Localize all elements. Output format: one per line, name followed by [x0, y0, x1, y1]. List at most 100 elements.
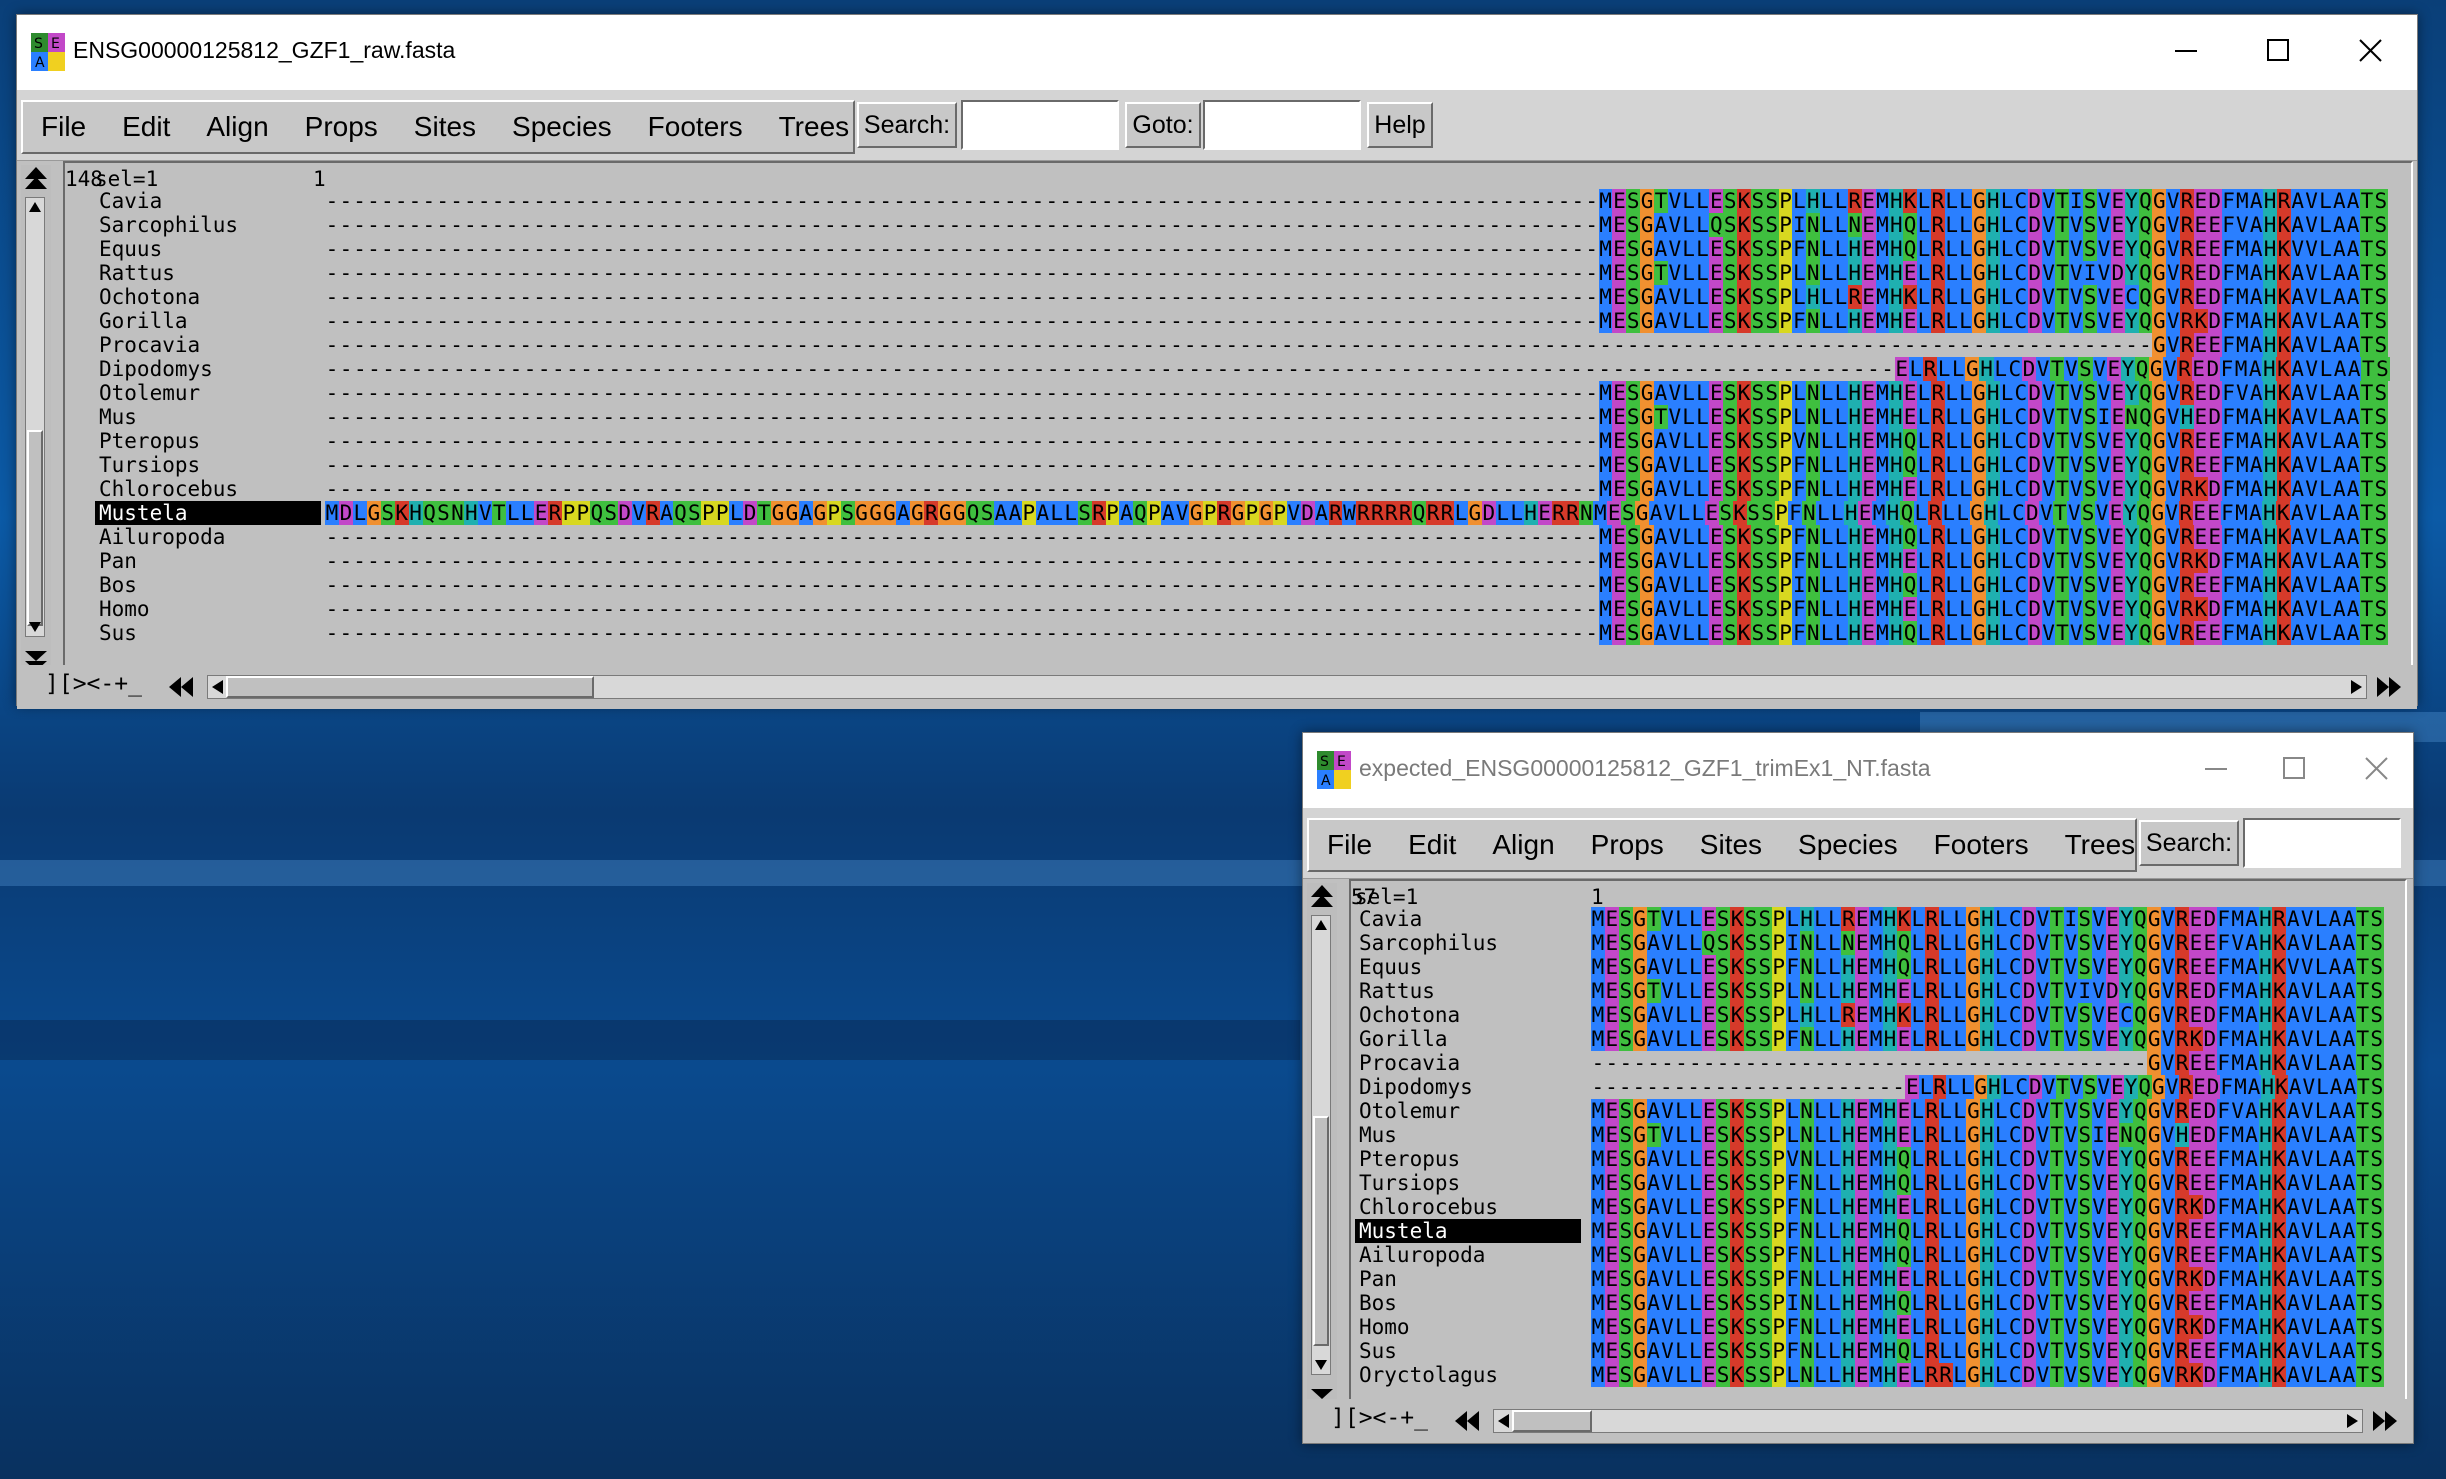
scroll-top-icon[interactable]	[23, 165, 49, 193]
species-name[interactable]: Chlorocebus	[1355, 1195, 1581, 1219]
menu-props[interactable]: Props	[1573, 829, 1682, 861]
species-name[interactable]: Ailuropoda	[95, 525, 321, 549]
scroll-up-icon[interactable]	[28, 200, 42, 214]
species-name[interactable]: Pteropus	[1355, 1147, 1581, 1171]
species-name[interactable]: Gorilla	[1355, 1027, 1581, 1051]
horizontal-scroll-thumb[interactable]	[1512, 1410, 1592, 1432]
menu-sites[interactable]: Sites	[396, 111, 494, 143]
horizontal-scroll-track[interactable]	[207, 675, 2367, 699]
title-bar[interactable]: S E A ENSG00000125812_GZF1_raw.fasta	[17, 15, 2417, 90]
scroll-left-icon[interactable]	[210, 678, 226, 696]
goto-input[interactable]	[1203, 100, 1361, 150]
species-name[interactable]: Procavia	[1355, 1051, 1581, 1075]
alignment-window-raw[interactable]: S E A ENSG00000125812_GZF1_raw.fasta Fil…	[16, 14, 2418, 709]
species-name[interactable]: Sus	[95, 621, 321, 645]
maximize-button[interactable]	[2233, 15, 2325, 90]
species-name[interactable]: Mustela	[1355, 1219, 1581, 1243]
species-name[interactable]: Procavia	[95, 333, 321, 357]
menu-align[interactable]: Align	[188, 111, 286, 143]
species-name[interactable]: Bos	[95, 573, 321, 597]
vertical-scrollbar[interactable]	[1307, 883, 1337, 1413]
species-name[interactable]: Dipodomys	[1355, 1075, 1581, 1099]
scroll-leftmost-icon[interactable]	[167, 675, 197, 701]
sequence-row[interactable]: MESGAVLLESKSSPLNLLHEMHELRRLGHLCDVTVSVEYQ…	[1591, 1363, 2384, 1392]
help-button[interactable]: Help	[1367, 102, 1433, 148]
menu-align[interactable]: Align	[1474, 829, 1572, 861]
menu-edit[interactable]: Edit	[1390, 829, 1474, 861]
menu-trees[interactable]: Trees	[761, 111, 868, 143]
menu-sites[interactable]: Sites	[1682, 829, 1780, 861]
close-button[interactable]	[2325, 15, 2417, 90]
menu-file[interactable]: File	[1309, 829, 1390, 861]
sequence-row[interactable]: ----------------------------------------…	[325, 621, 2388, 650]
title-bar[interactable]: S E A expected_ENSG00000125812_GZF1_trim…	[1303, 733, 2413, 808]
scroll-leftmost-icon[interactable]	[1453, 1409, 1483, 1435]
species-name[interactable]: Gorilla	[95, 309, 321, 333]
vertical-scroll-thumb[interactable]	[1313, 1116, 1329, 1346]
species-name[interactable]: Bos	[1355, 1291, 1581, 1315]
species-name[interactable]: Mus	[1355, 1123, 1581, 1147]
search-input[interactable]	[2243, 818, 2401, 868]
species-name[interactable]: Cavia	[95, 189, 321, 213]
species-name[interactable]: Pan	[95, 549, 321, 573]
species-name[interactable]: Rattus	[95, 261, 321, 285]
species-name[interactable]: Chlorocebus	[95, 477, 321, 501]
scroll-left-icon[interactable]	[1496, 1412, 1512, 1430]
maximize-button[interactable]	[2249, 733, 2341, 808]
species-name[interactable]: Mustela	[95, 501, 321, 525]
species-name[interactable]: Homo	[1355, 1315, 1581, 1339]
alignment-window-trimmed[interactable]: S E A expected_ENSG00000125812_GZF1_trim…	[1302, 732, 2414, 1444]
species-name[interactable]: Pan	[1355, 1267, 1581, 1291]
alignment-panel[interactable]: sel=1 1 148 Cavia -----------------------…	[63, 161, 2413, 671]
species-name[interactable]: Oryctolagus	[1355, 1363, 1581, 1387]
species-name[interactable]: Cavia	[1355, 907, 1581, 931]
species-name[interactable]: Dipodomys	[95, 357, 321, 381]
scroll-up-icon[interactable]	[1314, 918, 1328, 932]
svg-text:E: E	[51, 36, 60, 52]
species-name[interactable]: Tursiops	[95, 453, 321, 477]
species-name[interactable]: Sarcophilus	[1355, 931, 1581, 955]
maximize-icon	[2283, 757, 2305, 779]
species-name[interactable]: Otolemur	[1355, 1099, 1581, 1123]
scroll-down-icon[interactable]	[28, 620, 42, 634]
species-name[interactable]: Equus	[1355, 955, 1581, 979]
species-name[interactable]: Ochotona	[1355, 1003, 1581, 1027]
species-name[interactable]: Sus	[1355, 1339, 1581, 1363]
scroll-top-icon[interactable]	[1309, 883, 1335, 911]
species-name[interactable]: Rattus	[1355, 979, 1581, 1003]
menu-edit[interactable]: Edit	[104, 111, 188, 143]
species-name[interactable]: Otolemur	[95, 381, 321, 405]
scroll-down-icon[interactable]	[1314, 1358, 1328, 1372]
menu-trees[interactable]: Trees	[2047, 829, 2154, 861]
scroll-right-icon[interactable]	[2344, 1412, 2360, 1430]
close-button[interactable]	[2331, 733, 2423, 808]
close-icon	[2359, 39, 2382, 62]
scroll-rightmost-icon[interactable]	[2373, 675, 2403, 701]
minimize-button[interactable]	[2141, 15, 2233, 90]
species-name[interactable]: Pteropus	[95, 429, 321, 453]
scroll-right-icon[interactable]	[2348, 678, 2364, 696]
menu-props[interactable]: Props	[287, 111, 396, 143]
species-name[interactable]: Equus	[95, 237, 321, 261]
menu-species[interactable]: Species	[494, 111, 630, 143]
alignment-panel[interactable]: sel=1 1 57 Cavia MESGTVLLESKSSPLHLLREMHKL…	[1349, 879, 2407, 1413]
species-name[interactable]: Sarcophilus	[95, 213, 321, 237]
menu-footers[interactable]: Footers	[1916, 829, 2047, 861]
menu-file[interactable]: File	[23, 111, 104, 143]
svg-text:E: E	[1337, 754, 1346, 770]
species-name[interactable]: Ochotona	[95, 285, 321, 309]
species-name[interactable]: Mus	[95, 405, 321, 429]
species-name[interactable]: Tursiops	[1355, 1171, 1581, 1195]
vertical-scrollbar[interactable]	[21, 165, 51, 675]
vertical-scroll-track[interactable]	[25, 197, 45, 637]
vertical-scroll-track[interactable]	[1311, 915, 1331, 1375]
horizontal-scroll-thumb[interactable]	[226, 676, 594, 698]
species-name[interactable]: Ailuropoda	[1355, 1243, 1581, 1267]
search-input[interactable]	[961, 100, 1119, 150]
vertical-scroll-thumb[interactable]	[27, 430, 43, 626]
species-name[interactable]: Homo	[95, 597, 321, 621]
horizontal-scroll-track[interactable]	[1493, 1409, 2363, 1433]
scroll-rightmost-icon[interactable]	[2369, 1409, 2399, 1435]
menu-species[interactable]: Species	[1780, 829, 1916, 861]
menu-footers[interactable]: Footers	[630, 111, 761, 143]
